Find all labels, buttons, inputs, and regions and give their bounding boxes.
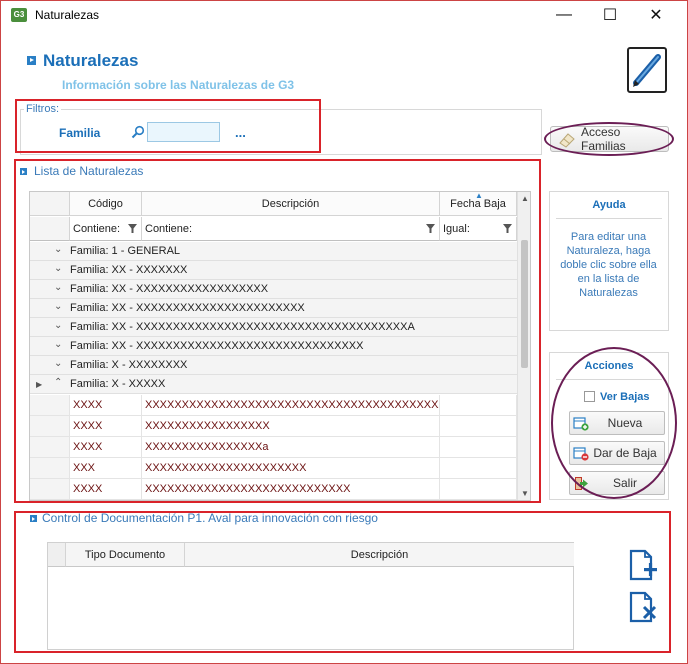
title-bar: G3 Naturalezas — ☐ ✕: [1, 1, 687, 29]
page-subtitle: Información sobre las Naturalezas de G3: [62, 78, 295, 92]
maximize-button[interactable]: ☐: [587, 1, 633, 29]
filters-highlight: [15, 99, 321, 153]
acciones-highlight: [551, 347, 677, 499]
close-button[interactable]: ✕: [633, 1, 679, 29]
page-title: Naturalezas: [43, 51, 139, 70]
main-window: G3 Naturalezas — ☐ ✕ Naturalezas Informa…: [0, 0, 688, 664]
window-title: Naturalezas: [35, 8, 100, 22]
ayuda-divider: [556, 218, 662, 219]
acceso-highlight: [544, 122, 674, 156]
ayuda-title: Ayuda: [592, 199, 626, 211]
minimize-button[interactable]: —: [541, 1, 587, 29]
ayuda-text: Para editar una Naturaleza, haga doble c…: [560, 231, 657, 299]
control-highlight: [14, 511, 671, 653]
pencil-document-icon: [627, 47, 667, 93]
app-icon: G3: [11, 8, 27, 22]
lista-highlight: [14, 159, 541, 503]
header-bullet-icon: [27, 56, 36, 65]
